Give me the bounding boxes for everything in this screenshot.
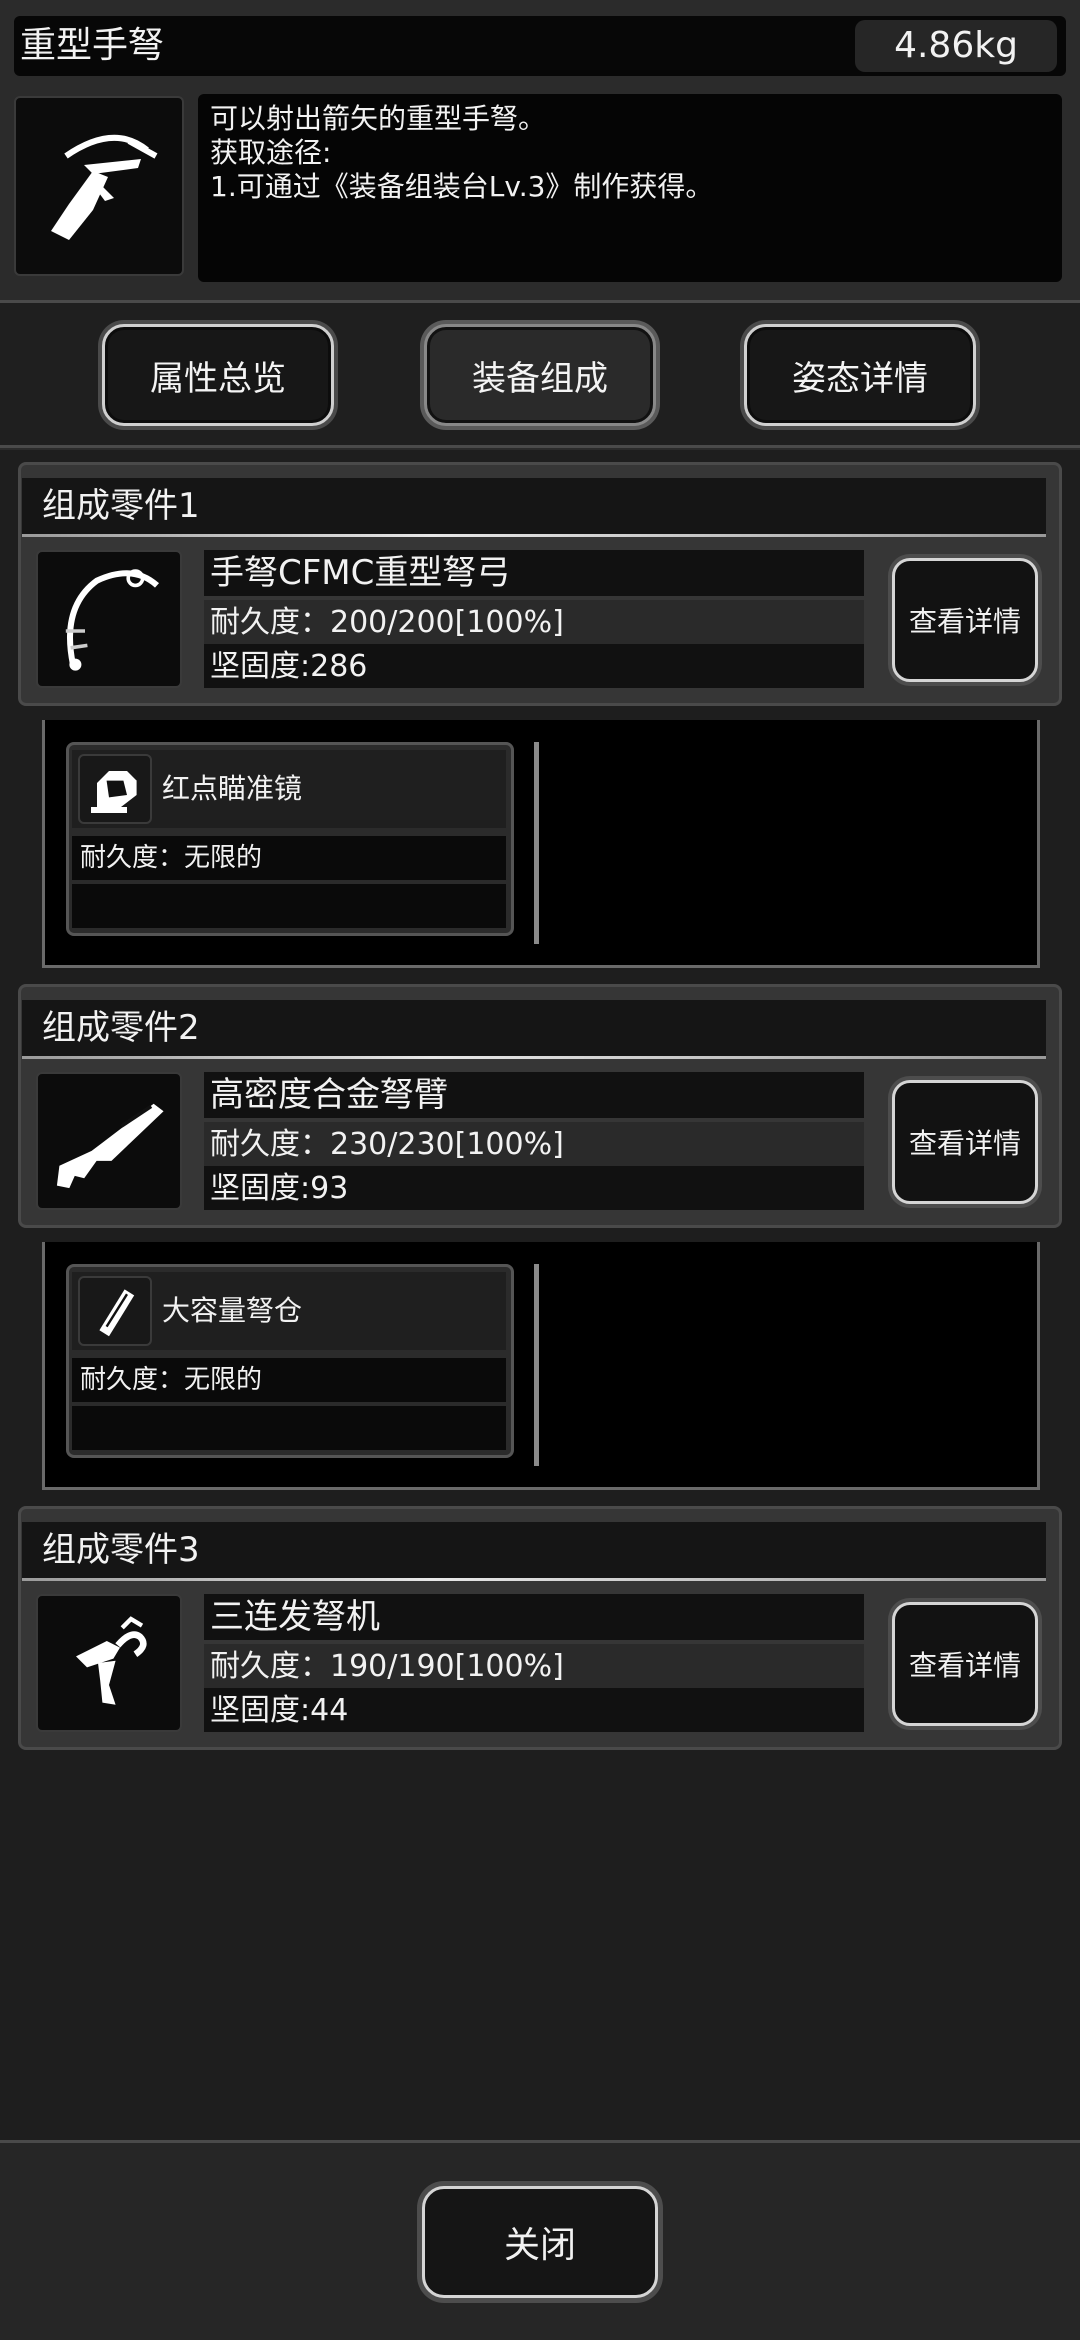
part-header-2: 组成零件2 xyxy=(22,1000,1046,1056)
view-details-button-2[interactable]: 查看详情 xyxy=(892,1080,1038,1204)
part-thumbnail-1 xyxy=(36,550,182,688)
part-name-3: 三连发弩机 xyxy=(204,1594,864,1640)
attachment-thumbnail-2 xyxy=(78,1276,152,1346)
header-divider xyxy=(22,534,1046,537)
header-divider xyxy=(22,1056,1046,1059)
attachment-scrollbar-2[interactable] xyxy=(534,1264,539,1466)
header-divider xyxy=(22,1578,1046,1581)
crossbow-bow-icon xyxy=(65,569,160,671)
part-name-2: 高密度合金弩臂 xyxy=(204,1072,864,1118)
trigger-mechanism-icon xyxy=(76,1616,147,1705)
attachment-durability-1: 耐久度：无限的 xyxy=(72,836,506,880)
red-dot-sight-icon xyxy=(91,771,137,813)
part-thumbnail-3 xyxy=(36,1594,182,1732)
close-button[interactable]: 关闭 xyxy=(422,2186,658,2298)
attachment-empty-row-2 xyxy=(72,1406,506,1450)
part-header-3: 组成零件3 xyxy=(22,1522,1046,1578)
view-details-button-3[interactable]: 查看详情 xyxy=(892,1602,1038,1726)
description-line-3: 1.可通过《装备组装台Lv.3》制作获得。 xyxy=(210,170,714,203)
tab-attributes-overview[interactable]: 属性总览 xyxy=(102,324,334,426)
description-line-1: 可以射出箭矢的重型手弩。 xyxy=(210,102,547,135)
attachment-empty-row-1 xyxy=(72,884,506,928)
item-thumbnail xyxy=(14,96,184,276)
view-details-button-1[interactable]: 查看详情 xyxy=(892,558,1038,682)
crossbow-icon xyxy=(51,135,158,240)
part-durability-1: 耐久度：200/200[100%] xyxy=(204,600,864,644)
part-hardness-1: 坚固度:286 xyxy=(204,644,864,688)
part-hardness-3: 坚固度:44 xyxy=(204,1688,864,1732)
part-durability-3: 耐久度：190/190[100%] xyxy=(204,1644,864,1688)
tab-equipment-composition[interactable]: 装备组成 xyxy=(424,324,656,426)
item-name: 重型手弩 xyxy=(20,25,165,66)
item-weight: 4.86kg xyxy=(855,20,1057,72)
attachment-thumbnail-1 xyxy=(78,754,152,824)
tab-stance-details[interactable]: 姿态详情 xyxy=(744,324,976,426)
part-name-1: 手弩CFMC重型弩弓 xyxy=(204,550,864,596)
magazine-icon xyxy=(99,1289,135,1337)
part-durability-2: 耐久度：230/230[100%] xyxy=(204,1122,864,1166)
crossbow-stock-icon xyxy=(56,1103,164,1189)
attachment-durability-2: 耐久度：无限的 xyxy=(72,1358,506,1402)
part-hardness-2: 坚固度:93 xyxy=(204,1166,864,1210)
attachment-scrollbar-1[interactable] xyxy=(534,742,539,944)
item-description: 可以射出箭矢的重型手弩。 获取途径: 1.可通过《装备组装台Lv.3》制作获得。 xyxy=(198,94,1062,282)
description-line-2: 获取途径: xyxy=(210,136,332,169)
part-header-1: 组成零件1 xyxy=(22,478,1046,534)
part-thumbnail-2 xyxy=(36,1072,182,1210)
